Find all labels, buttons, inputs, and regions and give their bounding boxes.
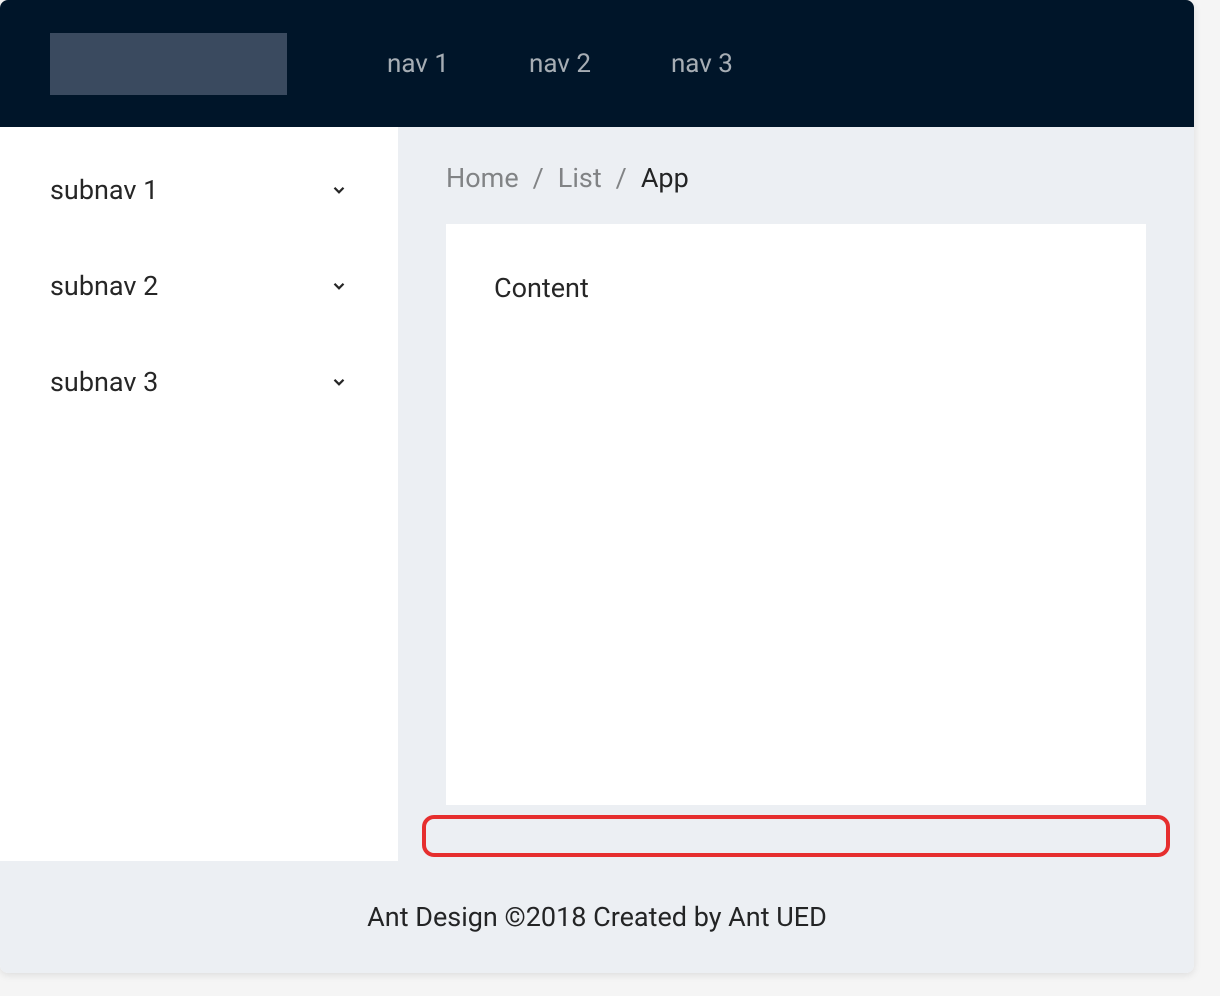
app-container: nav 1 nav 2 nav 3 subnav 1 subnav 2 subn… [0, 0, 1194, 973]
content-box: Content [446, 224, 1146, 805]
main-area: Home / List / App Content [398, 127, 1194, 861]
nav-item-2[interactable]: nav 2 [489, 0, 631, 127]
sidebar-item-label: subnav 1 [50, 174, 158, 206]
sidebar: subnav 1 subnav 2 subnav 3 [0, 127, 398, 861]
sidebar-item-subnav-2[interactable]: subnav 2 [0, 238, 398, 334]
breadcrumb-separator: / [616, 162, 627, 194]
logo [50, 33, 287, 95]
sidebar-item-label: subnav 3 [50, 366, 158, 398]
nav-menu: nav 1 nav 2 nav 3 [347, 0, 773, 127]
chevron-down-icon [330, 277, 348, 295]
footer-text: Ant Design ©2018 Created by Ant UED [367, 901, 827, 933]
header: nav 1 nav 2 nav 3 [0, 0, 1194, 127]
nav-item-3[interactable]: nav 3 [631, 0, 773, 127]
breadcrumb-link-home[interactable]: Home [446, 162, 519, 194]
body-wrapper: subnav 1 subnav 2 subnav 3 Home [0, 127, 1194, 861]
breadcrumb-separator: / [533, 162, 544, 194]
nav-item-1[interactable]: nav 1 [347, 0, 489, 127]
highlight-annotation [422, 815, 1170, 857]
footer: Ant Design ©2018 Created by Ant UED [0, 861, 1194, 973]
sidebar-item-subnav-1[interactable]: subnav 1 [0, 142, 398, 238]
breadcrumb-link-list[interactable]: List [558, 162, 602, 194]
chevron-down-icon [330, 181, 348, 199]
breadcrumb-current: App [641, 162, 689, 194]
sidebar-item-label: subnav 2 [50, 270, 158, 302]
chevron-down-icon [330, 373, 348, 391]
breadcrumb: Home / List / App [446, 127, 1146, 224]
sidebar-item-subnav-3[interactable]: subnav 3 [0, 334, 398, 430]
content-text: Content [494, 272, 589, 304]
